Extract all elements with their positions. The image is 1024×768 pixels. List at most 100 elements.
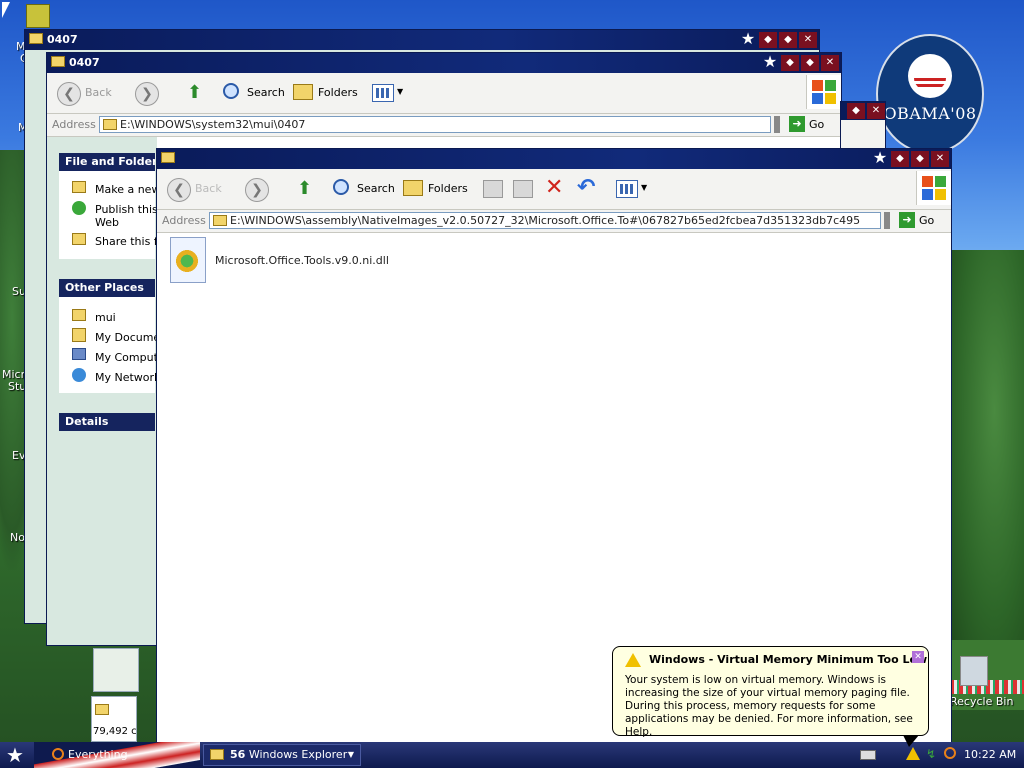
balloon-tail xyxy=(903,735,919,747)
copy-to-icon[interactable] xyxy=(513,180,533,198)
up-folder-icon[interactable]: ⬆ xyxy=(297,179,315,199)
search-icon[interactable] xyxy=(223,83,239,99)
desktop-tree-right xyxy=(950,250,1024,650)
folders-button[interactable]: Folders xyxy=(318,86,358,99)
search-button[interactable]: Search xyxy=(357,182,395,195)
back-label: Back xyxy=(195,182,222,195)
address-bar: Address E:\WINDOWS\system32\mui\0407 ➜ Go xyxy=(47,114,841,137)
my-computer-icon xyxy=(72,348,86,360)
back-label: Back xyxy=(85,86,112,99)
views-icon[interactable] xyxy=(372,84,394,102)
task-count: 56 xyxy=(230,748,246,761)
globe-icon xyxy=(72,201,86,215)
folder-icon xyxy=(103,119,117,130)
delete-icon[interactable]: ✕ xyxy=(545,175,563,200)
folders-icon[interactable] xyxy=(403,180,423,196)
warning-icon[interactable] xyxy=(906,747,920,760)
move-to-icon[interactable] xyxy=(483,180,503,198)
obama-poster: OBAMA'08 xyxy=(876,34,984,154)
search-icon[interactable] xyxy=(52,748,64,760)
address-bar: Address E:\WINDOWS\assembly\NativeImages… xyxy=(157,210,951,233)
folder-icon xyxy=(72,309,86,321)
taskbar-explorer-group[interactable]: 56 Windows Explorer ▼ xyxy=(203,744,361,766)
folders-icon[interactable] xyxy=(293,84,313,100)
details-header[interactable]: Details xyxy=(59,413,155,431)
address-input[interactable]: E:\WINDOWS\system32\mui\0407 xyxy=(99,116,771,133)
star-icon: ★ xyxy=(872,148,888,167)
explorer-toolbar: ❮ Back ❯ ⬆ Search Folders ✕ ↶ ▼ xyxy=(157,169,951,210)
my-network-icon xyxy=(72,368,86,382)
window-titlebar[interactable]: ◆ ✕ xyxy=(841,102,885,120)
publish-web-link-line2[interactable]: Web xyxy=(95,216,119,229)
windows-logo-icon xyxy=(806,75,841,109)
minimize-button[interactable]: ◆ xyxy=(759,32,777,48)
forward-button[interactable]: ❯ xyxy=(135,82,159,106)
share-folder-icon xyxy=(72,233,86,245)
maximize-button[interactable]: ◆ xyxy=(779,32,797,48)
forward-button[interactable]: ❯ xyxy=(245,178,269,202)
folder-icon xyxy=(161,152,175,163)
undo-icon[interactable]: ↶ xyxy=(577,175,595,200)
window-titlebar[interactable]: 0407 ★ ◆ ◆ ✕ xyxy=(47,53,841,73)
share-folder-link[interactable]: Share this fo xyxy=(95,235,164,248)
address-value: E:\WINDOWS\system32\mui\0407 xyxy=(120,118,306,131)
close-button[interactable]: ✕ xyxy=(821,55,839,71)
taskbar: ★ Everything 56 Windows Explorer ▼ ↯ 10:… xyxy=(0,742,1024,768)
back-button[interactable]: ❮ xyxy=(57,82,81,106)
explorer-toolbar: ❮ Back ❯ ⬆ Search Folders ▼ xyxy=(47,73,841,114)
go-button[interactable]: ➜ Go xyxy=(899,212,934,229)
windows-logo-icon xyxy=(916,171,951,205)
place-mui-link[interactable]: mui xyxy=(95,311,116,324)
close-button[interactable]: ✕ xyxy=(867,103,885,119)
star-icon: ★ xyxy=(740,29,756,48)
dll-file-icon[interactable] xyxy=(170,237,206,283)
publish-web-link[interactable]: Publish this f xyxy=(95,203,165,216)
window-title: 0407 xyxy=(47,33,78,46)
window-titlebar[interactable]: ★ ◆ ◆ ✕ xyxy=(157,149,951,169)
views-icon[interactable] xyxy=(616,180,638,198)
recycle-bin-icon[interactable] xyxy=(960,656,988,686)
recycle-bin-label[interactable]: Recycle Bin xyxy=(950,695,1013,708)
up-folder-icon[interactable]: ⬆ xyxy=(187,83,205,103)
other-places-header[interactable]: Other Places xyxy=(59,279,155,297)
search-button[interactable]: Search xyxy=(247,86,285,99)
place-my-network-link[interactable]: My Network xyxy=(95,371,160,384)
minimize-button[interactable]: ◆ xyxy=(891,151,909,167)
folder-icon xyxy=(213,215,227,226)
obama-poster-text: OBAMA'08 xyxy=(883,104,977,123)
window-titlebar[interactable]: 0407 ★ ◆ ◆ ✕ xyxy=(25,30,819,50)
views-dropdown-icon[interactable]: ▼ xyxy=(397,87,403,96)
back-button[interactable]: ❮ xyxy=(167,178,191,202)
folder-icon xyxy=(95,704,109,715)
minimize-button[interactable]: ◆ xyxy=(781,55,799,71)
search-icon[interactable] xyxy=(333,179,349,195)
taskbar-search-label[interactable]: Everything xyxy=(68,748,128,761)
make-new-folder-link[interactable]: Make a new xyxy=(95,183,160,196)
start-button[interactable]: ★ xyxy=(6,744,24,766)
close-icon[interactable]: ✕ xyxy=(912,651,924,663)
address-dropdown-button[interactable] xyxy=(884,212,890,229)
file-tasks-header[interactable]: File and Folder xyxy=(59,153,155,171)
keyboard-icon[interactable] xyxy=(860,750,876,760)
network-icon[interactable]: ↯ xyxy=(926,747,936,761)
desktop-shortcut-icon[interactable] xyxy=(26,4,50,28)
close-button[interactable]: ✕ xyxy=(799,32,817,48)
search-tray-icon[interactable] xyxy=(944,747,956,759)
maximize-button[interactable]: ◆ xyxy=(801,55,819,71)
address-value: E:\WINDOWS\assembly\NativeImages_v2.0.50… xyxy=(230,214,861,227)
folder-icon xyxy=(51,56,65,67)
explorer-window-fragment[interactable]: ◆ ✕ xyxy=(840,101,886,149)
folder-icon xyxy=(29,33,43,44)
folders-button[interactable]: Folders xyxy=(428,182,468,195)
address-dropdown-button[interactable] xyxy=(774,116,780,133)
maximize-button[interactable]: ◆ xyxy=(911,151,929,167)
address-input[interactable]: E:\WINDOWS\assembly\NativeImages_v2.0.50… xyxy=(209,212,881,229)
virtual-memory-balloon[interactable]: Windows - Virtual Memory Minimum Too Low… xyxy=(612,646,929,747)
go-button[interactable]: ➜ Go xyxy=(789,116,824,133)
balloon-title: Windows - Virtual Memory Minimum Too Low xyxy=(649,653,928,666)
file-name[interactable]: Microsoft.Office.Tools.v9.0.ni.dll xyxy=(215,254,389,267)
clock[interactable]: 10:22 AM xyxy=(964,748,1016,761)
close-button[interactable]: ✕ xyxy=(931,151,949,167)
maximize-button[interactable]: ◆ xyxy=(847,103,865,119)
views-dropdown-icon[interactable]: ▼ xyxy=(641,183,647,192)
